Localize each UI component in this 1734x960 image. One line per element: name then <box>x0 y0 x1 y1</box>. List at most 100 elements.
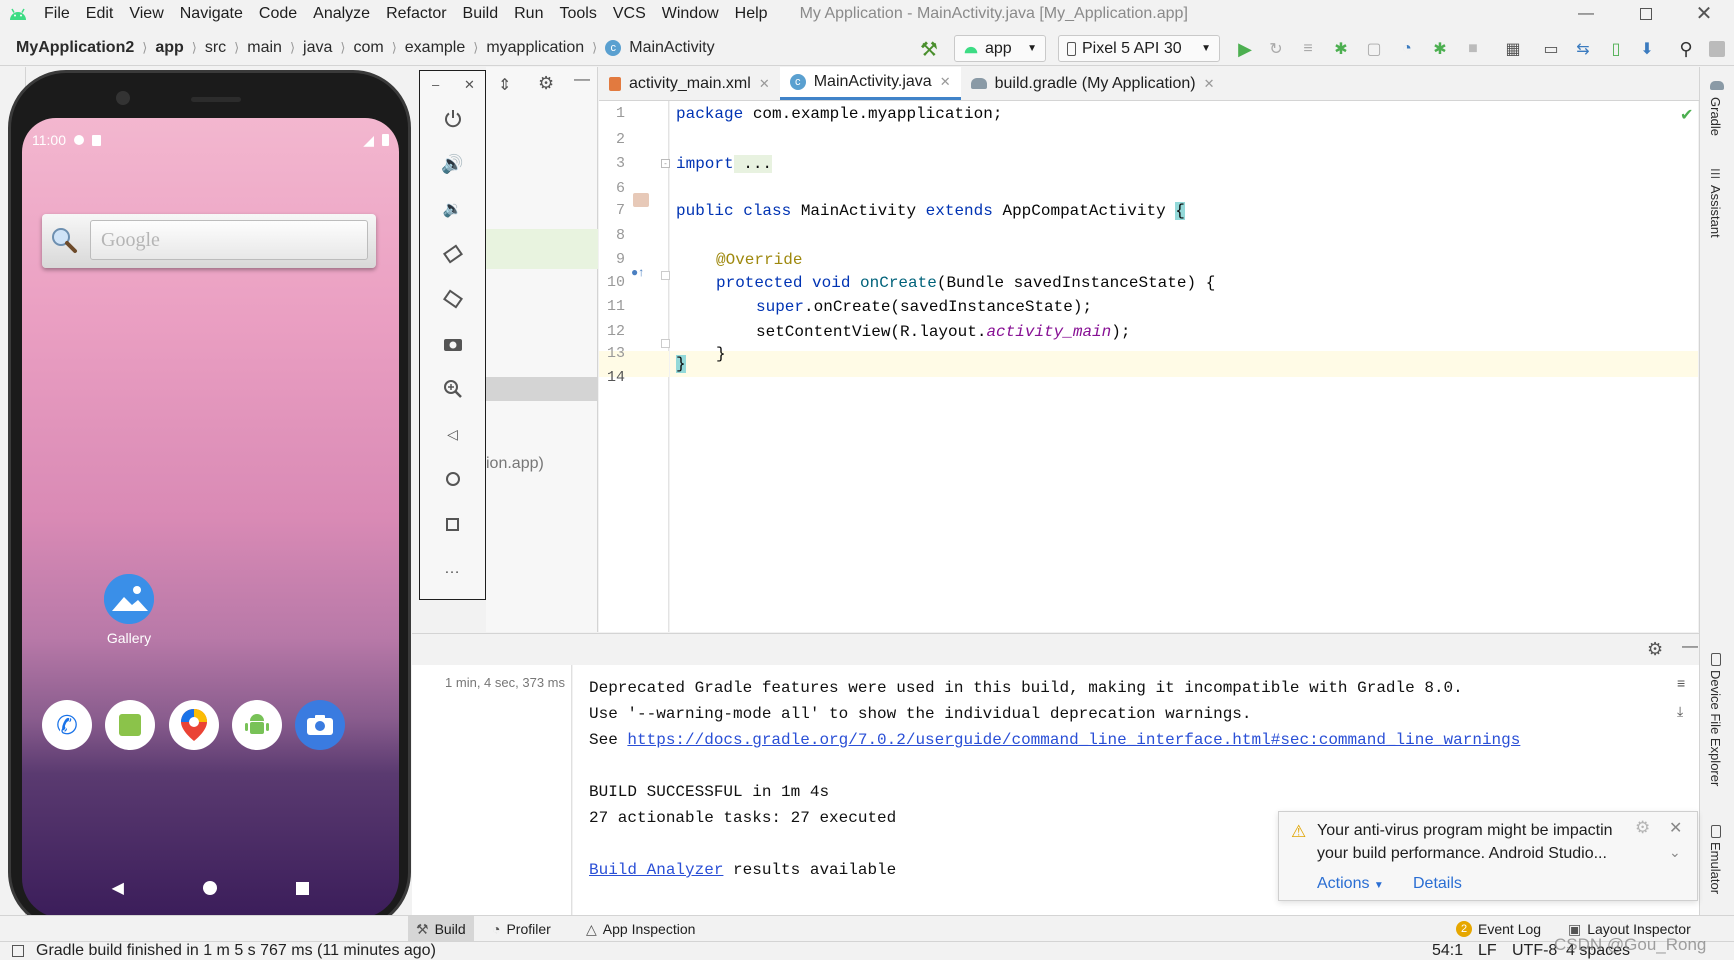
menu-navigate[interactable]: Navigate <box>172 0 251 27</box>
overview-square-icon[interactable] <box>420 508 485 540</box>
back-triangle-icon[interactable]: ◁ <box>420 418 485 450</box>
close-tab-icon[interactable]: ✕ <box>1204 76 1215 92</box>
close-tab-icon[interactable]: ✕ <box>759 76 770 92</box>
file-encoding[interactable]: UTF-8 <box>1512 942 1557 960</box>
close-tab-icon[interactable]: ✕ <box>940 74 951 90</box>
attach-debugger-icon[interactable]: ▢ <box>1363 38 1385 60</box>
menu-tools[interactable]: Tools <box>551 0 604 27</box>
breadcrumb-class[interactable]: MainActivity <box>621 39 722 57</box>
maximize-window-button[interactable] <box>1616 0 1676 27</box>
breadcrumb-com[interactable]: com <box>345 39 391 57</box>
build-analyzer-link[interactable]: Build Analyzer <box>589 861 723 879</box>
avd-manager-icon[interactable]: ▭ <box>1540 38 1562 60</box>
profiler-tool-button[interactable]: ◔ Profiler <box>484 916 559 942</box>
zoom-icon[interactable] <box>420 373 485 405</box>
gradle-docs-link[interactable]: https://docs.gradle.org/7.0.2/userguide/… <box>627 731 1520 749</box>
hammer-build-icon[interactable]: ⚒ <box>918 38 940 61</box>
breadcrumb-module[interactable]: app <box>147 39 191 57</box>
rotate-left-icon[interactable] <box>420 238 485 270</box>
menu-refactor[interactable]: Refactor <box>378 0 454 27</box>
sync-gradle-icon[interactable]: ⇆ <box>1572 38 1594 60</box>
camera-app-icon[interactable] <box>295 700 345 750</box>
menu-vcs[interactable]: VCS <box>605 0 654 27</box>
assistant-tool-button[interactable]: Assistant <box>1708 185 1723 238</box>
close-icon[interactable]: ✕ <box>1669 818 1682 838</box>
recents-icon[interactable] <box>296 881 310 895</box>
device-manager-icon[interactable]: ▯ <box>1605 38 1627 60</box>
gear-icon[interactable]: ⚙ <box>1647 639 1663 660</box>
fold-icon[interactable] <box>661 271 670 280</box>
project-highlight-row[interactable] <box>486 377 598 401</box>
stop-icon[interactable]: ■ <box>1462 38 1484 60</box>
code-editor[interactable]: ✔ package com.example.myapplication; imp… <box>670 101 1698 632</box>
profile-icon[interactable]: ◔ <box>1396 38 1418 60</box>
menu-help[interactable]: Help <box>727 0 776 27</box>
emulator-minimize-icon[interactable]: – <box>432 77 439 92</box>
fold-icon[interactable] <box>661 339 670 348</box>
line-separator[interactable]: LF <box>1478 942 1497 960</box>
more-icon[interactable]: … <box>420 553 485 585</box>
debug-icon[interactable]: ✱ <box>1330 38 1352 60</box>
gear-icon[interactable]: ⚙ <box>1635 818 1650 838</box>
emulator-screen[interactable]: 11:00 ◢ Google Gallery ✆ ◀ <box>22 118 399 918</box>
play-store-app-icon[interactable] <box>105 700 155 750</box>
search-icon[interactable]: ⚲ <box>1675 38 1697 60</box>
menu-edit[interactable]: Edit <box>78 0 122 27</box>
screenshot-icon[interactable] <box>420 328 485 360</box>
volume-down-icon[interactable]: 🔉 <box>420 193 485 225</box>
breadcrumb-src[interactable]: src <box>197 39 234 57</box>
home-icon[interactable] <box>203 881 218 895</box>
gear-icon[interactable]: ⚙ <box>538 73 554 94</box>
caret-position[interactable]: 54:1 <box>1432 942 1463 960</box>
close-window-button[interactable]: ✕ <box>1674 0 1734 27</box>
no-problems-check-icon[interactable]: ✔ <box>1680 105 1693 125</box>
soft-wrap-icon[interactable]: ≡ <box>1677 675 1685 691</box>
maps-app-icon[interactable] <box>169 700 219 750</box>
breadcrumb-main[interactable]: main <box>239 39 290 57</box>
chevron-down-icon[interactable]: ⌄ <box>1669 844 1681 861</box>
breadcrumb-package[interactable]: myapplication <box>478 39 592 57</box>
apply-code-changes-icon[interactable]: ≡ <box>1297 38 1319 60</box>
breadcrumb-example[interactable]: example <box>397 39 473 57</box>
breadcrumb-java[interactable]: java <box>295 39 340 57</box>
actions-link[interactable]: Actions ▼ <box>1317 875 1384 893</box>
tab-build-gradle[interactable]: build.gradle (My Application) ✕ <box>961 67 1225 100</box>
rotate-right-icon[interactable] <box>420 283 485 315</box>
tab-mainactivity-java[interactable]: c MainActivity.java ✕ <box>779 67 961 100</box>
emulator-tool-button[interactable]: Emulator <box>1708 842 1723 894</box>
implements-gutter-icon[interactable] <box>633 193 649 207</box>
fold-icon[interactable]: - <box>661 159 670 168</box>
menu-build[interactable]: Build <box>455 0 507 27</box>
menu-window[interactable]: Window <box>654 0 727 27</box>
emulator-close-icon[interactable]: ✕ <box>464 77 475 93</box>
details-link[interactable]: Details <box>1413 875 1462 893</box>
sdk-manager-icon[interactable]: ⬇ <box>1636 38 1658 60</box>
override-gutter-icon[interactable]: ●↑ <box>631 265 644 279</box>
app-inspection-tool-button[interactable]: △ App Inspection <box>578 916 703 942</box>
back-icon[interactable]: ◀ <box>112 878 124 898</box>
build-tool-button[interactable]: ⚒ Build <box>408 916 474 942</box>
status-toggle-icon[interactable] <box>12 945 24 957</box>
android-app-icon[interactable] <box>232 700 282 750</box>
menu-code[interactable]: Code <box>251 0 305 27</box>
hide-panel-icon[interactable]: — <box>1682 638 1698 656</box>
gradle-tool-button[interactable]: Gradle <box>1708 97 1723 136</box>
google-search-input[interactable]: Google <box>90 220 368 260</box>
device-file-explorer-tool-button[interactable]: Device File Explorer <box>1708 670 1723 786</box>
home-circle-icon[interactable] <box>420 463 485 495</box>
device-select[interactable]: Pixel 5 API 30 ▼ <box>1058 35 1220 62</box>
run-config-select[interactable]: app ▼ <box>954 35 1046 62</box>
menu-view[interactable]: View <box>121 0 171 27</box>
minimize-window-button[interactable]: — <box>1556 0 1616 27</box>
event-log-tool-button[interactable]: 2 Event Log <box>1448 916 1549 942</box>
breadcrumb-project[interactable]: MyApplication2 <box>0 39 142 57</box>
gallery-app-icon[interactable] <box>104 574 154 624</box>
collapse-all-icon[interactable]: ⇕ <box>498 75 511 95</box>
power-icon[interactable] <box>420 103 485 135</box>
menu-analyze[interactable]: Analyze <box>305 0 378 27</box>
google-search-widget[interactable]: Google <box>42 214 376 268</box>
project-structure-icon[interactable]: ▦ <box>1502 38 1524 60</box>
menu-run[interactable]: Run <box>506 0 551 27</box>
avatar-icon[interactable] <box>1706 38 1728 60</box>
scroll-to-end-icon[interactable]: ⤓ <box>1677 703 1683 720</box>
